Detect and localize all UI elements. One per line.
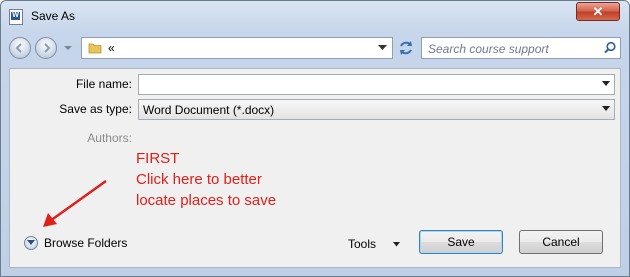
save-as-dialog: W Save As ✕ « Search course support File…	[0, 0, 630, 277]
save-as-type-select[interactable]: Word Document (*.docx)	[138, 99, 615, 120]
annotation-line-3: locate places to save	[136, 192, 277, 209]
chevron-down-icon[interactable]	[602, 106, 610, 112]
annotation-line-2: Click here to better	[136, 171, 262, 188]
search-box[interactable]	[421, 37, 621, 59]
red-arrow-annotation	[43, 179, 107, 227]
save-options-panel: File name: Save as type: Word Document (…	[9, 68, 621, 268]
tools-menu[interactable]: Tools	[348, 237, 376, 251]
word-doc-icon: W	[9, 9, 23, 25]
forward-arrow-icon	[44, 43, 51, 53]
file-name-field[interactable]	[138, 74, 615, 95]
expand-chevron-icon[interactable]	[24, 236, 38, 250]
authors-label: Authors:	[87, 131, 132, 145]
save-as-type-value: Word Document (*.docx)	[143, 103, 275, 117]
close-button[interactable]: ✕	[576, 2, 620, 21]
folder-icon	[88, 43, 102, 54]
close-icon: ✕	[592, 4, 604, 19]
browse-folders-label[interactable]: Browse Folders	[44, 236, 127, 250]
address-bar[interactable]: «	[81, 37, 393, 59]
instruction-annotation: FIRST Click here to better locate places…	[136, 148, 276, 211]
save-button[interactable]: Save	[419, 230, 503, 254]
window-title: Save As	[31, 9, 76, 23]
cancel-button[interactable]: Cancel	[519, 230, 603, 254]
search-icon[interactable]	[603, 41, 617, 55]
back-arrow-icon	[15, 43, 22, 53]
file-name-label: File name:	[75, 77, 132, 91]
refresh-icon[interactable]	[395, 37, 417, 59]
forward-button[interactable]	[35, 37, 57, 59]
breadcrumb[interactable]: «	[108, 41, 115, 55]
chevron-down-icon[interactable]	[393, 242, 400, 247]
address-dropdown-icon[interactable]	[378, 45, 387, 51]
save-as-type-label: Save as type:	[59, 102, 132, 116]
chevron-down-icon[interactable]	[63, 43, 73, 53]
back-button[interactable]	[9, 37, 31, 59]
annotation-line-1: FIRST	[136, 150, 180, 167]
file-name-input[interactable]	[139, 75, 567, 94]
chevron-down-icon[interactable]	[602, 81, 610, 87]
title-bar[interactable]: W Save As ✕	[1, 1, 629, 33]
search-input[interactable]	[426, 40, 600, 58]
navigation-bar: «	[9, 35, 621, 63]
